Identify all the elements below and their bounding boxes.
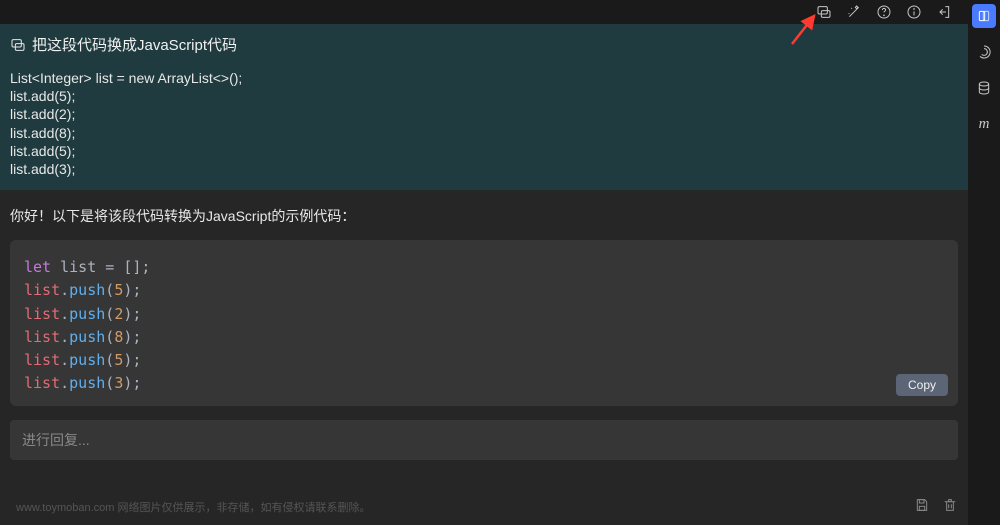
info-icon[interactable] <box>906 4 922 20</box>
help-icon[interactable] <box>876 4 892 20</box>
prompt-title: 把这段代码换成JavaScript代码 <box>32 34 237 55</box>
m-icon[interactable]: m <box>972 112 996 136</box>
reply-input[interactable]: 进行回复... <box>10 420 958 460</box>
top-toolbar <box>0 0 1000 24</box>
chat-bubble-icon <box>10 37 26 53</box>
exit-icon[interactable] <box>936 4 952 20</box>
chat-icon[interactable] <box>816 4 832 20</box>
wand-icon[interactable] <box>846 4 862 20</box>
user-prompt-block: 把这段代码换成JavaScript代码 List<Integer> list =… <box>0 24 968 190</box>
prompt-header: 把这段代码换成JavaScript代码 <box>10 34 958 55</box>
watermark: www.toymoban.com 网络图片仅供展示，非存储，如有侵权请联系删除。 <box>16 499 370 515</box>
database-icon[interactable] <box>972 76 996 100</box>
right-sidebar: m <box>968 0 1000 525</box>
copy-button[interactable]: Copy <box>896 374 948 396</box>
trash-icon[interactable] <box>942 497 958 513</box>
code-block: let list = []; list.push(5); list.push(2… <box>10 240 958 406</box>
spiral-icon[interactable] <box>972 40 996 64</box>
save-icon[interactable] <box>914 497 930 513</box>
app-icon[interactable] <box>972 4 996 28</box>
prompt-code: List<Integer> list = new ArrayList<>(); … <box>10 69 958 178</box>
response-intro: 你好！以下是将该段代码转换为JavaScript的示例代码： <box>0 190 968 240</box>
code-content: let list = []; list.push(5); list.push(2… <box>24 256 944 396</box>
main-content: 把这段代码换成JavaScript代码 List<Integer> list =… <box>0 24 968 460</box>
footer-actions <box>914 497 958 513</box>
